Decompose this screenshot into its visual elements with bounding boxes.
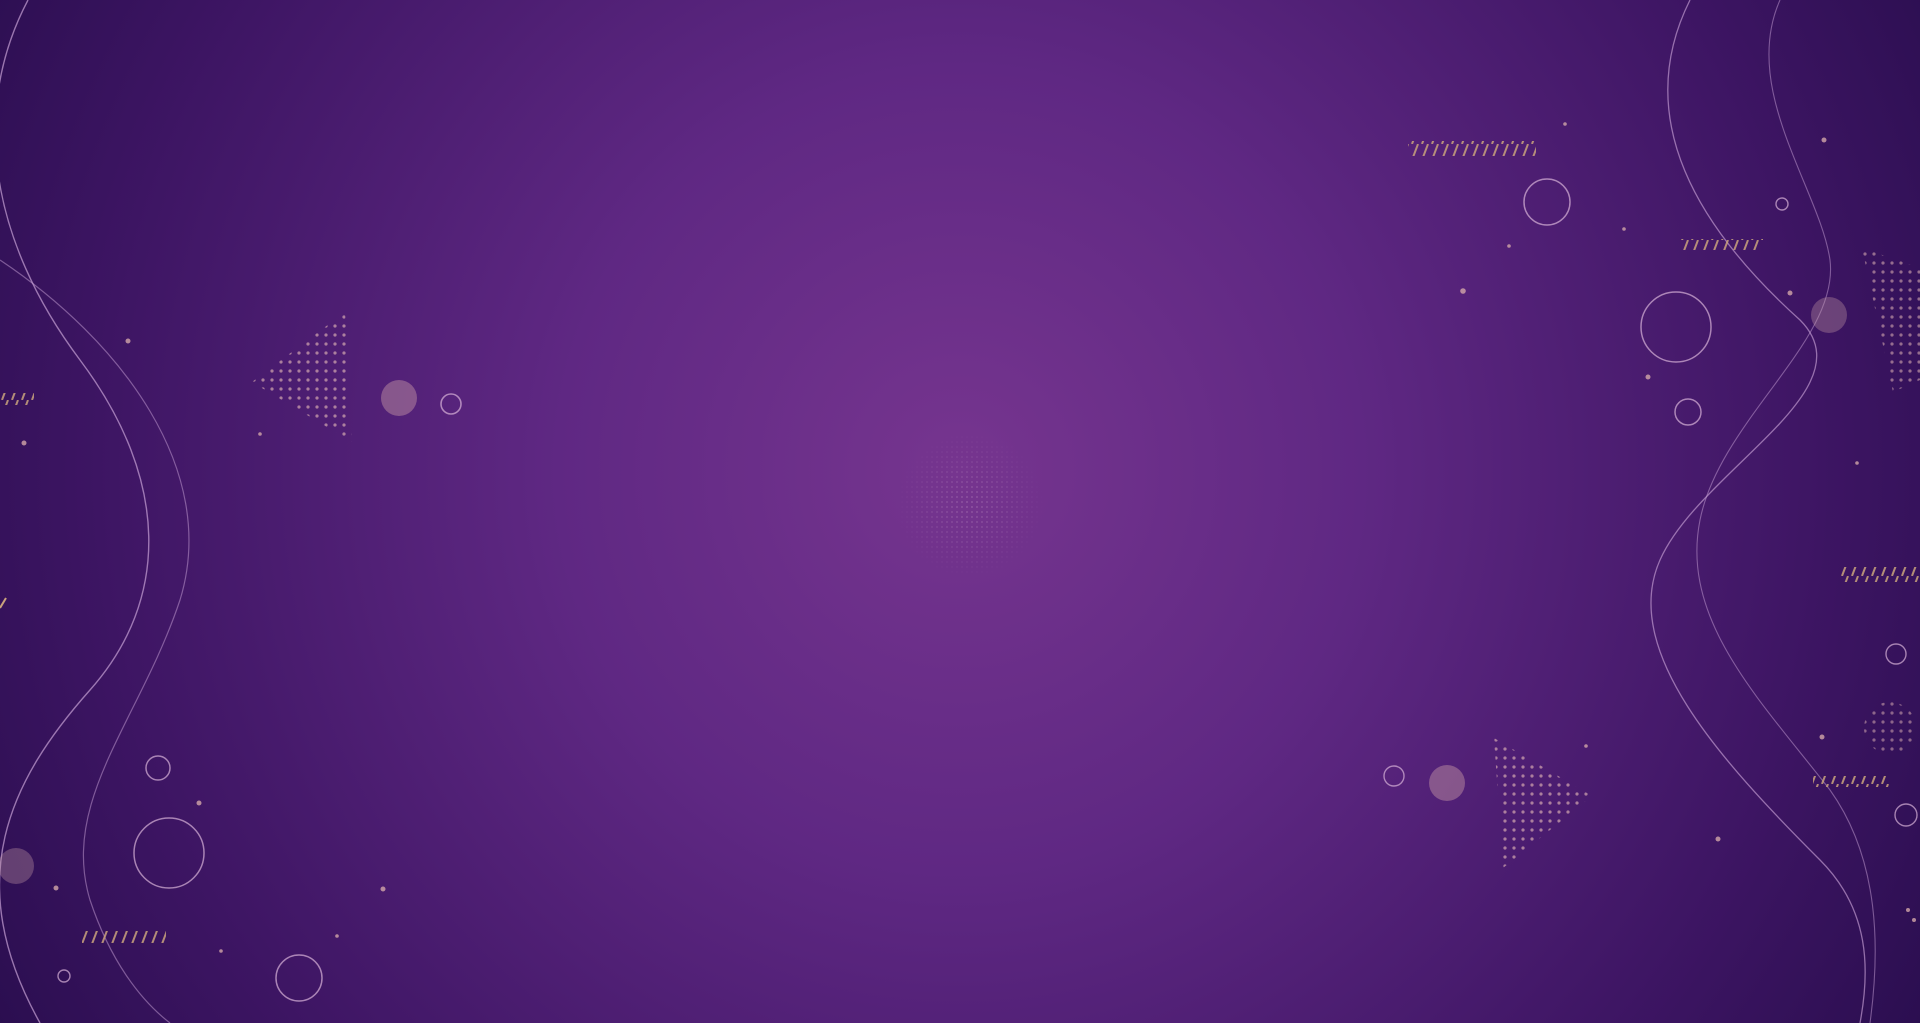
right-dot-6	[1787, 290, 1793, 296]
right-dot-4	[1507, 244, 1511, 248]
right-dot-9	[1584, 744, 1588, 748]
center-dot-texture	[890, 430, 1050, 580]
left-dot-4	[196, 800, 202, 806]
right-dot-8	[1855, 461, 1859, 465]
right-dotted-circle	[1864, 702, 1916, 754]
left-dot-7	[219, 949, 223, 953]
left-dot-2	[21, 440, 27, 446]
right-dot-3	[1622, 227, 1626, 231]
left-hatch-top	[0, 393, 34, 405]
right-dot-2	[1821, 137, 1827, 143]
right-dot-11	[1715, 836, 1721, 842]
decorative-background	[0, 0, 1920, 1023]
right-pink-circle-edge	[1811, 297, 1847, 333]
right-hatch-top	[1408, 141, 1536, 156]
right-hatch-mid	[1681, 239, 1763, 250]
left-pink-circle	[381, 380, 417, 416]
right-dot-10	[1819, 734, 1825, 740]
right-hatch-bottom	[1813, 776, 1891, 787]
background-canvas	[0, 0, 1920, 1023]
right-dot-12	[1906, 908, 1910, 912]
right-dot-1	[1563, 122, 1567, 126]
right-dot-7	[1645, 374, 1651, 380]
right-hatch-edge	[1840, 567, 1920, 582]
left-dot-3	[258, 432, 262, 436]
left-dot-6	[380, 886, 386, 892]
right-dot-5	[1460, 288, 1466, 294]
right-pink-circle	[1429, 765, 1465, 801]
left-hatch-bottom	[82, 931, 166, 943]
left-dot-5	[53, 885, 59, 891]
left-dot-8	[335, 934, 339, 938]
left-dot-1	[125, 338, 131, 344]
right-dot-13	[1912, 918, 1916, 922]
